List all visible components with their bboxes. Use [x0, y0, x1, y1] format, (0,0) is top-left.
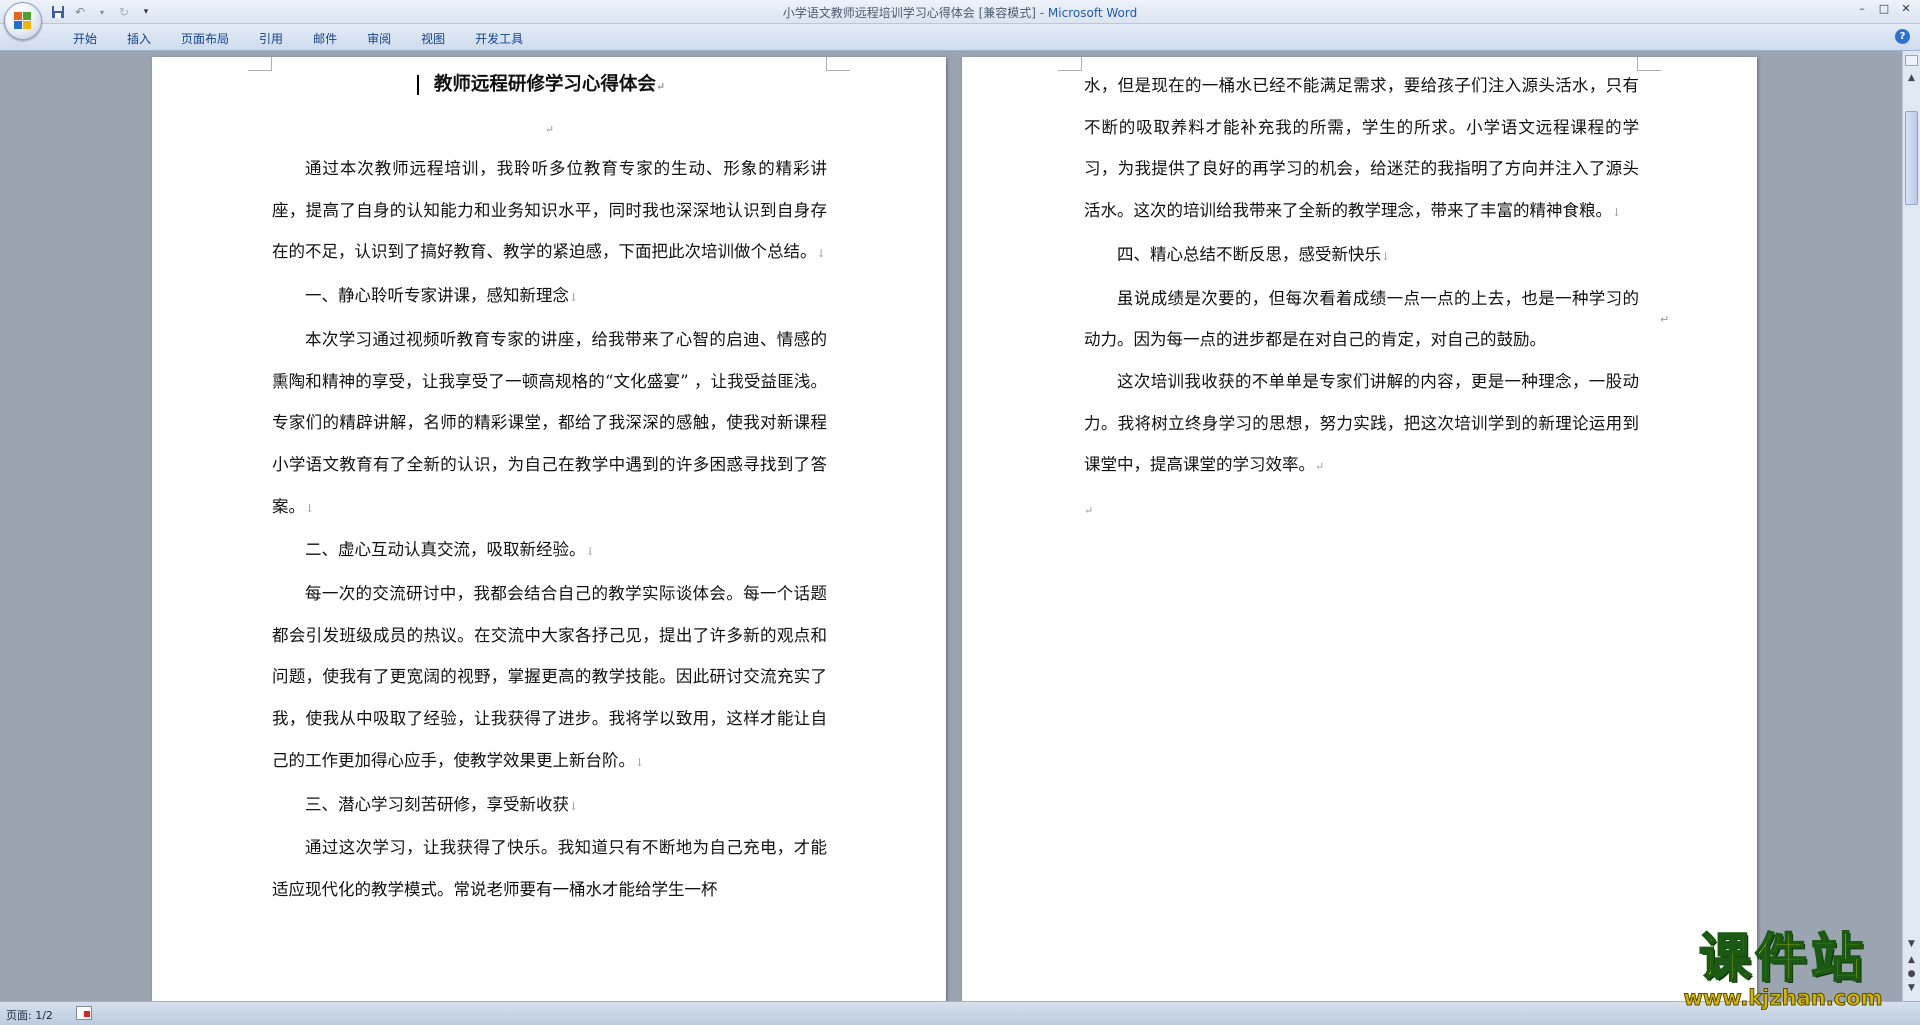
- document-area[interactable]: 教师远程研修学习心得体会↵ ↵ 通过本次教师远程培训，我聆听多位教育专家的生动、…: [0, 51, 1902, 1001]
- minimize-button[interactable]: –: [1852, 2, 1872, 18]
- paragraph: 每一次的交流研讨中，我都会结合自己的教学实际谈体会。每一个话题都会引发班级成员的…: [272, 584, 827, 770]
- paragraph: 通过本次教师远程培训，我聆听多位教育专家的生动、形象的精彩讲座，提高了自身的认知…: [272, 159, 827, 262]
- view-ruler-icon[interactable]: [1905, 55, 1918, 66]
- page-count[interactable]: 页面: 1/2: [6, 1007, 53, 1023]
- proofing-status-icon[interactable]: [76, 1006, 92, 1020]
- title-bar: ↶ ▾ ↻ ▾ 小学语文教师远程培训学习心得体会 [兼容模式] - Micros…: [0, 0, 1920, 40]
- watermark-url: www.kjzhan.com: [1683, 986, 1883, 1010]
- page-2-text[interactable]: 水，但是现在的一桶水已经不能满足需求，要给孩子们注入源头活水，只有不断的吸取养料…: [1084, 65, 1639, 518]
- tab-references[interactable]: 引用: [244, 29, 298, 49]
- ribbon: 开始 插入 页面布局 引用 邮件 审阅 视图 开发工具 ?: [0, 24, 1920, 51]
- paragraph: 虽说成绩是次要的，但每次看着成绩一点一点的上去，也是一种学习的动力。因为每一点的…: [1084, 288, 1639, 350]
- section-heading: 四、精心总结不断反思，感受新快乐↓: [1117, 244, 1391, 264]
- paragraph: 通过这次学习，让我获得了快乐。我知道只有不断地为自己充电，才能适应现代化的教学模…: [272, 838, 827, 899]
- office-button[interactable]: [4, 2, 42, 40]
- empty-paragraph: ↵: [1084, 504, 1094, 518]
- crop-mark: [826, 57, 850, 71]
- watermark: 课件站 www.kjzhan.com: [1668, 929, 1898, 1011]
- tab-mailings[interactable]: 邮件: [298, 29, 352, 49]
- tab-review[interactable]: 审阅: [352, 29, 406, 49]
- section-heading: 二、虚心互动认真交流，吸取新经验。↓: [305, 540, 595, 560]
- paragraph: 这次培训我收获的不单单是专家们讲解的内容，更是一种理念，一股动力。我将树立终身学…: [1084, 371, 1639, 475]
- paragraph: 水，但是现在的一桶水已经不能满足需求，要给孩子们注入源头活水，只有不断的吸取养料…: [1084, 76, 1639, 221]
- window-title-doc: 小学语文教师远程培训学习心得体会 [兼容模式] -: [782, 6, 1048, 20]
- tab-insert[interactable]: 插入: [112, 29, 166, 49]
- window-title: 小学语文教师远程培训学习心得体会 [兼容模式] - Microsoft Word: [0, 4, 1920, 21]
- next-page-icon[interactable]: ▼: [1905, 983, 1918, 997]
- status-bar: 页面: 1/2: [0, 1001, 1920, 1025]
- scroll-up-arrow-icon[interactable]: ▲: [1905, 73, 1918, 87]
- document-title: 教师远程研修学习心得体会↵: [272, 65, 827, 107]
- section-heading: 一、静心聆听专家讲课，感知新理念↓: [305, 286, 579, 306]
- help-icon[interactable]: ?: [1895, 29, 1910, 44]
- tab-view[interactable]: 视图: [406, 29, 460, 49]
- office-logo-icon: [14, 12, 32, 30]
- tab-home[interactable]: 开始: [58, 29, 112, 49]
- tab-page-layout[interactable]: 页面布局: [166, 29, 244, 49]
- tab-developer[interactable]: 开发工具: [460, 29, 538, 49]
- crop-mark: [1637, 57, 1661, 71]
- vertical-scrollbar[interactable]: ▲ ▼ ▲ ● ▼: [1902, 51, 1920, 1001]
- empty-paragraph: ↵: [544, 123, 555, 136]
- text-cursor: [417, 75, 419, 95]
- close-button[interactable]: ✕: [1896, 2, 1916, 18]
- window-controls: – □ ✕: [1852, 2, 1916, 18]
- paragraph-mark: ↵: [1660, 313, 1670, 326]
- window-title-app: Microsoft Word: [1047, 6, 1138, 20]
- page-2[interactable]: 水，但是现在的一桶水已经不能满足需求，要给孩子们注入源头活水，只有不断的吸取养料…: [962, 57, 1757, 1001]
- crop-mark: [248, 57, 272, 71]
- maximize-button[interactable]: □: [1874, 2, 1894, 18]
- crop-mark: [1058, 57, 1082, 71]
- watermark-logo: 课件站: [1698, 929, 1867, 989]
- scroll-thumb[interactable]: [1905, 111, 1918, 205]
- previous-page-icon[interactable]: ▲: [1905, 955, 1918, 969]
- scroll-down-arrow-icon[interactable]: ▼: [1905, 939, 1918, 953]
- ribbon-tabs: 开始 插入 页面布局 引用 邮件 审阅 视图 开发工具: [58, 29, 538, 49]
- section-heading: 三、潜心学习刻苦研修，享受新收获↓: [305, 794, 579, 814]
- paragraph: 本次学习通过视频听教育专家的讲座，给我带来了心智的启迪、情感的熏陶和精神的享受，…: [272, 329, 827, 516]
- page-1-text[interactable]: 教师远程研修学习心得体会↵ ↵ 通过本次教师远程培训，我聆听多位教育专家的生动、…: [272, 65, 827, 911]
- select-browse-object-icon[interactable]: ●: [1905, 969, 1918, 983]
- page-1[interactable]: 教师远程研修学习心得体会↵ ↵ 通过本次教师远程培训，我聆听多位教育专家的生动、…: [152, 57, 946, 1001]
